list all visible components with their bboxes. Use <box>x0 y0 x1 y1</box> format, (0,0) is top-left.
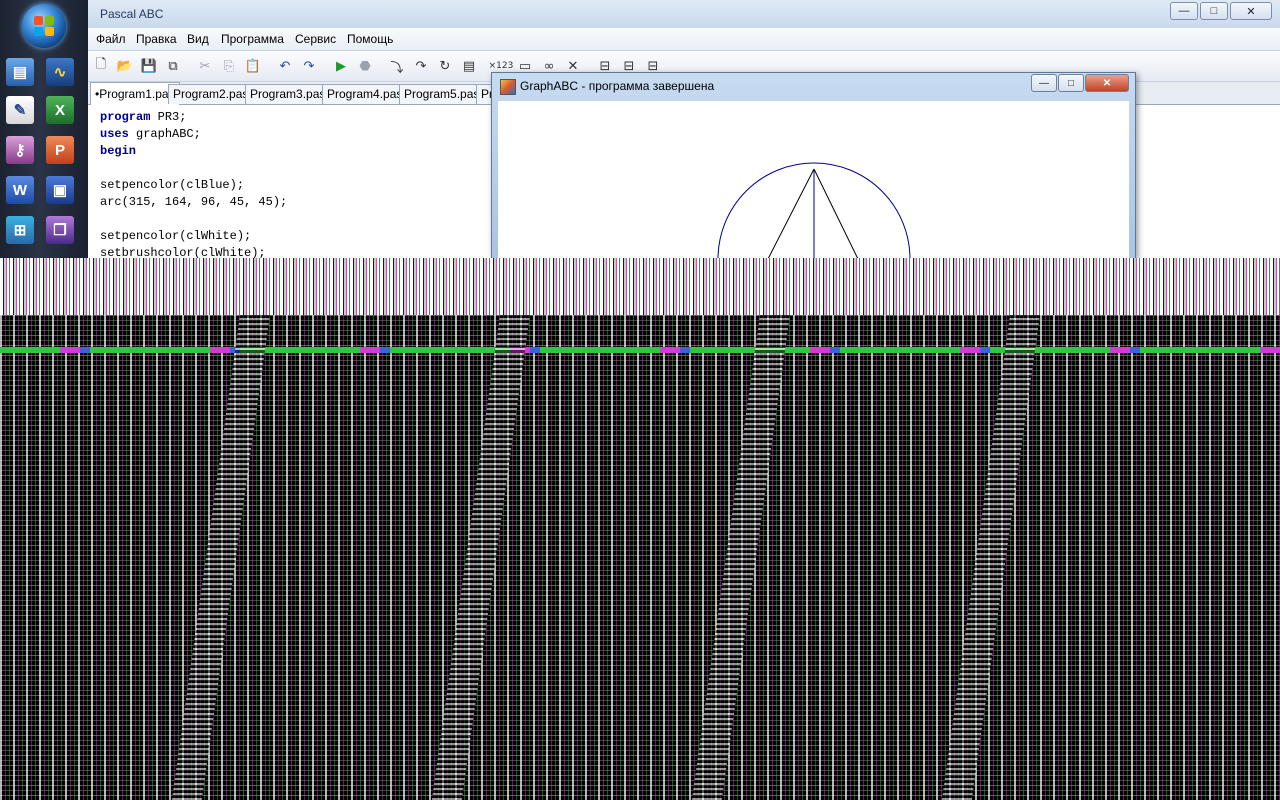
triangle-right-edge <box>813 168 859 260</box>
powerpoint-icon[interactable]: P <box>46 136 74 164</box>
close-button[interactable]: ✕ <box>1230 2 1272 20</box>
cut-icon[interactable]: ✂ <box>196 57 214 75</box>
open-folder-icon[interactable]: 📂 <box>116 57 134 75</box>
network-icon[interactable]: ⊞ <box>6 216 34 244</box>
code-text: setpencolor(clBlue); <box>100 178 245 192</box>
tab-program5[interactable]: Program5.pas <box>399 84 485 104</box>
quick-launch-bar: ▤ ∿ ✎ X ⚷ P W ▣ ⊞ ❐ <box>0 0 89 258</box>
save-all-icon[interactable]: ⧉ <box>164 57 182 75</box>
computer-icon[interactable]: ▤ <box>6 58 34 86</box>
monitor-icon[interactable]: ∿ <box>46 58 74 86</box>
code-text: arc(315, 164, 96, 45, 45); <box>100 195 288 209</box>
code-keyword: uses <box>100 127 129 141</box>
copy-icon[interactable]: ⎘ <box>220 57 238 75</box>
start-orb-icon[interactable] <box>22 4 66 48</box>
paste-icon[interactable]: 📋 <box>244 57 262 75</box>
code-text: PR3; <box>150 110 187 124</box>
window-switch-icon[interactable]: ❐ <box>46 216 74 244</box>
tab-program4[interactable]: Program4.pas <box>322 84 408 104</box>
code-text: setpencolor(clWhite); <box>100 229 252 243</box>
code-keyword: program <box>100 110 151 124</box>
triangle-left-edge <box>767 168 815 260</box>
graphabc-title: GraphABC - программа завершена <box>520 79 715 93</box>
run-icon[interactable]: ▶ <box>332 57 350 75</box>
code-text: graphABC; <box>128 127 201 141</box>
screen-noise-band <box>0 347 1280 353</box>
step-out-icon[interactable]: ↻ <box>436 57 454 75</box>
graphabc-maximize-button[interactable]: □ <box>1058 74 1084 92</box>
menu-view[interactable]: Вид <box>187 32 209 46</box>
graphabc-canvas <box>498 101 1129 260</box>
graphabc-app-icon <box>500 79 516 95</box>
menu-edit[interactable]: Правка <box>136 32 177 46</box>
excel-icon[interactable]: X <box>46 96 74 124</box>
graphabc-window: GraphABC - программа завершена — □ ✕ <box>491 72 1136 260</box>
tab-program2[interactable]: Program2.pas <box>168 84 254 104</box>
save-icon[interactable]: 💾 <box>140 57 158 75</box>
graphabc-close-button[interactable]: ✕ <box>1085 74 1129 92</box>
window-title: Pascal ABC <box>100 7 164 21</box>
menu-help[interactable]: Помощь <box>347 32 393 46</box>
floppy-save-icon[interactable]: ▣ <box>46 176 74 204</box>
new-file-icon[interactable]: 🗋 <box>92 57 110 75</box>
screen-noise-strip <box>0 258 1280 315</box>
tab-program3[interactable]: Program3.pas <box>245 84 331 104</box>
watch-icon[interactable]: ▤ <box>460 57 478 75</box>
minimize-button[interactable]: — <box>1170 2 1198 20</box>
maximize-button[interactable]: □ <box>1200 2 1228 20</box>
tab-program1[interactable]: •Program1.pas <box>90 82 180 105</box>
menu-program[interactable]: Программа <box>221 32 284 46</box>
word-icon[interactable]: W <box>6 176 34 204</box>
notepad-icon[interactable]: ✎ <box>6 96 34 124</box>
menu-bar: Файл Правка Вид Программа Сервис Помощь <box>88 28 1280 51</box>
menu-service[interactable]: Сервис <box>295 32 336 46</box>
code-text: setbrushcolor(clWhite); <box>100 246 266 258</box>
step-into-icon[interactable]: ⤵ <box>388 57 406 76</box>
graphabc-minimize-button[interactable]: — <box>1031 74 1057 92</box>
menu-file[interactable]: Файл <box>96 32 126 46</box>
stop-icon[interactable]: ⬣ <box>356 57 374 75</box>
step-over-icon[interactable]: ↷ <box>412 57 430 75</box>
drawing-surface <box>717 162 911 260</box>
key-icon[interactable]: ⚷ <box>6 136 34 164</box>
code-keyword: begin <box>100 144 137 158</box>
redo-icon[interactable]: ↷ <box>300 57 318 75</box>
undo-icon[interactable]: ↶ <box>276 57 294 75</box>
title-bar[interactable]: Pascal ABC — □ ✕ <box>88 0 1280 29</box>
